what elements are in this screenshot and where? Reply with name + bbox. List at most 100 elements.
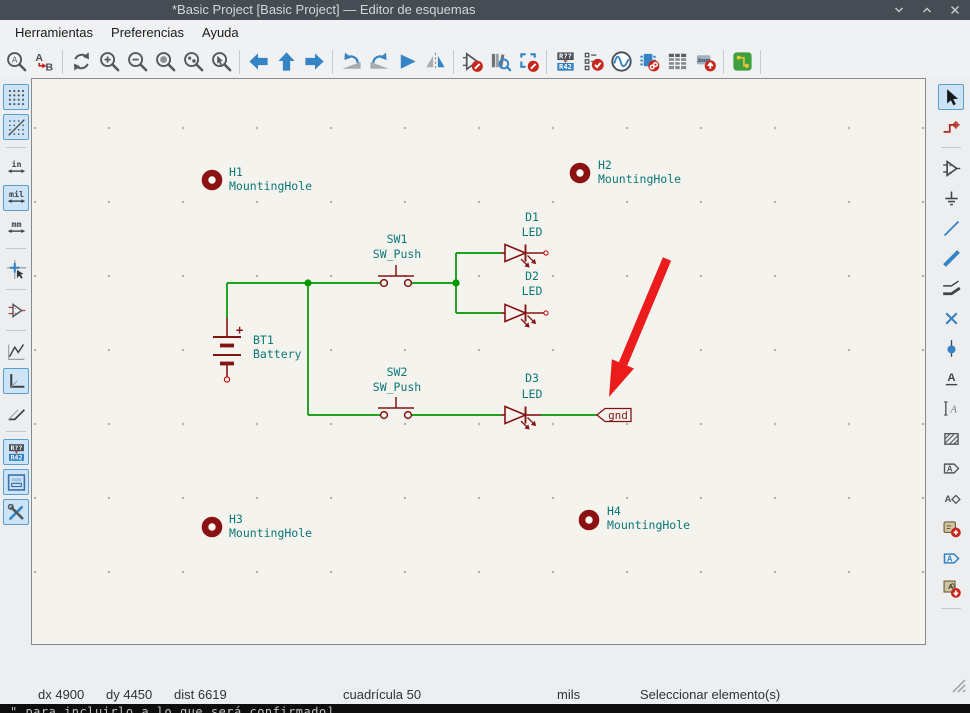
toolbar-zoom-fit-objects[interactable] (179, 48, 207, 76)
power-label-gnd[interactable]: gnd (597, 409, 631, 423)
find-icon: A (5, 50, 28, 73)
component-d1[interactable]: D1 LED (501, 210, 548, 268)
tool-place-power-tool[interactable] (938, 185, 964, 211)
svg-text:+: + (236, 323, 243, 337)
maximize-button[interactable] (920, 3, 934, 17)
component-h3[interactable]: H3 MountingHole (202, 512, 312, 540)
toolbar-simulator[interactable] (607, 48, 635, 76)
tool-textbox-tool[interactable]: A (938, 395, 964, 421)
tool-show-hidden-pins[interactable]: -+ (3, 297, 29, 323)
component-sw1[interactable]: SW1 SW_Push (373, 232, 421, 286)
junction-dot[interactable] (452, 279, 459, 286)
close-button[interactable] (948, 3, 962, 17)
svg-text:R??: R?? (559, 52, 572, 61)
component-h4[interactable]: H4 MountingHole (579, 504, 690, 532)
separator (723, 50, 724, 74)
toolbar-mirror[interactable] (421, 48, 449, 76)
toolbar-zoom-selection[interactable] (207, 48, 235, 76)
menu-ayuda[interactable]: Ayuda (193, 20, 248, 45)
toolbar-assign-footprints[interactable] (635, 48, 663, 76)
component-d2[interactable]: D2 LED (501, 269, 548, 328)
chevup-icon (920, 3, 934, 17)
tool-wires-45-degree[interactable] (3, 398, 29, 424)
toolbar-find[interactable]: A (2, 48, 30, 76)
tool-wire-to-bus-entry-tool[interactable] (938, 275, 964, 301)
separator (6, 289, 26, 290)
separator (62, 50, 63, 74)
toolbar-open-pcb-editor[interactable] (728, 48, 756, 76)
hierlabel-icon: A (941, 548, 962, 569)
component-d3[interactable]: D3 LED (501, 371, 542, 430)
svg-text:LED: LED (522, 284, 543, 298)
toolbar-zoom-out[interactable] (123, 48, 151, 76)
toolbar-navigate-back[interactable] (244, 48, 272, 76)
component-bt1[interactable]: + BT1 Battery (213, 318, 302, 382)
tool-draw-bus-tool[interactable] (938, 245, 964, 271)
junction-dot[interactable] (304, 279, 311, 286)
toolbar-erc-check[interactable] (579, 48, 607, 76)
tool-units-mils[interactable]: mil (3, 185, 29, 211)
resize-grip-icon[interactable] (950, 677, 966, 696)
tool-global-label-tool[interactable]: A (938, 455, 964, 481)
toolbar-export-bom[interactable]: .bom (691, 48, 719, 76)
tool-show-grid[interactable] (3, 84, 29, 110)
svg-text:A: A (944, 494, 951, 505)
tool-import-sheet-pin-tool[interactable]: A (938, 575, 964, 601)
hierarchy-icon (6, 472, 27, 493)
svg-text:A: A (949, 404, 957, 415)
toolbar-edit-sheet[interactable] (514, 48, 542, 76)
toolbar-zoom-in[interactable] (95, 48, 123, 76)
tool-show-annotations[interactable]: R??R42 (3, 439, 29, 465)
component-sw2[interactable]: SW2 SW_Push (373, 365, 421, 418)
toolbar-browse-libraries[interactable] (486, 48, 514, 76)
toolbar-edit-symbol[interactable] (458, 48, 486, 76)
tool-shape-tool[interactable] (938, 425, 964, 451)
toolbar-refresh-view[interactable] (67, 48, 95, 76)
toolbar-navigate-forward[interactable] (300, 48, 328, 76)
tool-hierarchy-navigator[interactable] (3, 469, 29, 495)
editsymbol-icon (461, 50, 484, 73)
menu-preferencias[interactable]: Preferencias (102, 20, 193, 45)
table-icon (666, 50, 689, 73)
menu-herramientas[interactable]: Herramientas (6, 20, 102, 45)
toolbar-annotate[interactable]: R??R42 (551, 48, 579, 76)
gridoverride-icon (6, 117, 27, 138)
ortho-icon (6, 371, 27, 392)
tool-full-crosshair[interactable] (3, 256, 29, 282)
svg-text:Battery: Battery (253, 347, 302, 361)
toolbar-undo[interactable] (337, 48, 365, 76)
toolbar-left: in mil mm -+ R??R42 (1, 78, 31, 648)
tool-properties-panel[interactable] (3, 499, 29, 525)
tool-grid-override[interactable] (3, 114, 29, 140)
component-h1[interactable]: H1 MountingHole (202, 165, 312, 193)
toolbar-find-replace[interactable]: AB (30, 48, 58, 76)
tool-wires-orthogonal[interactable] (3, 368, 29, 394)
tool-hierarchical-label-tool[interactable]: A (938, 545, 964, 571)
tool-junction-tool[interactable] (938, 335, 964, 361)
svg-text:D2: D2 (525, 269, 539, 283)
tool-hierarchical-sheet-tool[interactable] (938, 515, 964, 541)
tool-highlight-net-tool[interactable] (938, 114, 964, 140)
tool-draw-wire-tool[interactable] (938, 215, 964, 241)
toolbar-symbol-fields-table[interactable] (663, 48, 691, 76)
tool-wires-any-angle[interactable] (3, 338, 29, 364)
schematic-canvas[interactable]: H1 MountingHole H2 MountingHole H3 Mount… (31, 78, 926, 645)
component-h2[interactable]: H2 MountingHole (570, 158, 681, 186)
window-title: *Basic Project [Basic Project] — Editor … (172, 2, 475, 17)
tool-units-inches[interactable]: in (3, 155, 29, 181)
tool-place-symbol-tool[interactable]: +− (938, 155, 964, 181)
minimize-button[interactable] (892, 3, 906, 17)
toolbar-navigate-up[interactable] (272, 48, 300, 76)
toolbar-zoom-fit-page[interactable] (151, 48, 179, 76)
tool-no-connect-tool[interactable] (938, 305, 964, 331)
tool-net-label-tool[interactable]: A (938, 365, 964, 391)
tool-units-mm[interactable]: mm (3, 215, 29, 241)
closex-icon (948, 3, 962, 17)
status-dy: dy 4450 (106, 687, 152, 702)
tool-select-tool[interactable] (938, 84, 964, 110)
junction-icon (941, 338, 962, 359)
toolbar-run[interactable] (393, 48, 421, 76)
erc-icon (582, 50, 605, 73)
tool-directive-label-tool[interactable]: A (938, 485, 964, 511)
toolbar-redo[interactable] (365, 48, 393, 76)
